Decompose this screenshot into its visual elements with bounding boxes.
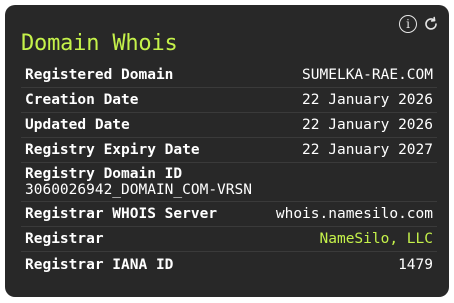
card-title: Domain Whois <box>21 31 178 56</box>
row-label-registrar-whois-server: Registrar WHOIS Server <box>25 206 218 222</box>
registrar-link[interactable]: NameSilo, LLC <box>320 231 434 247</box>
table-row: Updated Date 22 January 2026 <box>21 113 437 138</box>
table-row: Creation Date 22 January 2026 <box>21 88 437 113</box>
row-label-creation-date: Creation Date <box>25 92 139 108</box>
row-value-registered-domain: SUMELKA-RAE.COM <box>302 67 433 83</box>
info-icon[interactable]: i <box>399 15 417 33</box>
row-value-registry-domain-id: 3060026942_DOMAIN_COM-VRSN <box>25 182 252 198</box>
row-label-registered-domain: Registered Domain <box>25 67 174 83</box>
table-row: Registrar NameSilo, LLC <box>21 227 437 252</box>
table-row: Registrar IANA ID 1479 <box>21 252 437 277</box>
whois-table: Registered Domain SUMELKA-RAE.COM Creati… <box>21 63 437 277</box>
refresh-icon[interactable] <box>423 16 439 32</box>
table-row: Registry Expiry Date 22 January 2027 <box>21 138 437 163</box>
row-value-registrar-whois-server: whois.namesilo.com <box>275 206 433 222</box>
row-label-registry-domain-id: Registry Domain ID <box>25 166 183 182</box>
table-row: Registrar WHOIS Server whois.namesilo.co… <box>21 202 437 227</box>
row-value-updated-date: 22 January 2026 <box>302 117 433 133</box>
card-toolbar: i <box>399 15 439 33</box>
row-label-registry-expiry-date: Registry Expiry Date <box>25 142 200 158</box>
row-label-updated-date: Updated Date <box>25 117 130 133</box>
row-label-registrar-iana-id: Registrar IANA ID <box>25 256 174 273</box>
domain-whois-card: Domain Whois i Registered Domain SUMELKA… <box>5 5 449 297</box>
row-value-creation-date: 22 January 2026 <box>302 92 433 108</box>
table-row: Registry Domain ID 3060026942_DOMAIN_COM… <box>21 163 437 202</box>
row-value-registry-expiry-date: 22 January 2027 <box>302 142 433 158</box>
table-row: Registered Domain SUMELKA-RAE.COM <box>21 63 437 88</box>
row-value-registrar-iana-id: 1479 <box>398 256 433 273</box>
row-label-registrar: Registrar <box>25 231 104 247</box>
